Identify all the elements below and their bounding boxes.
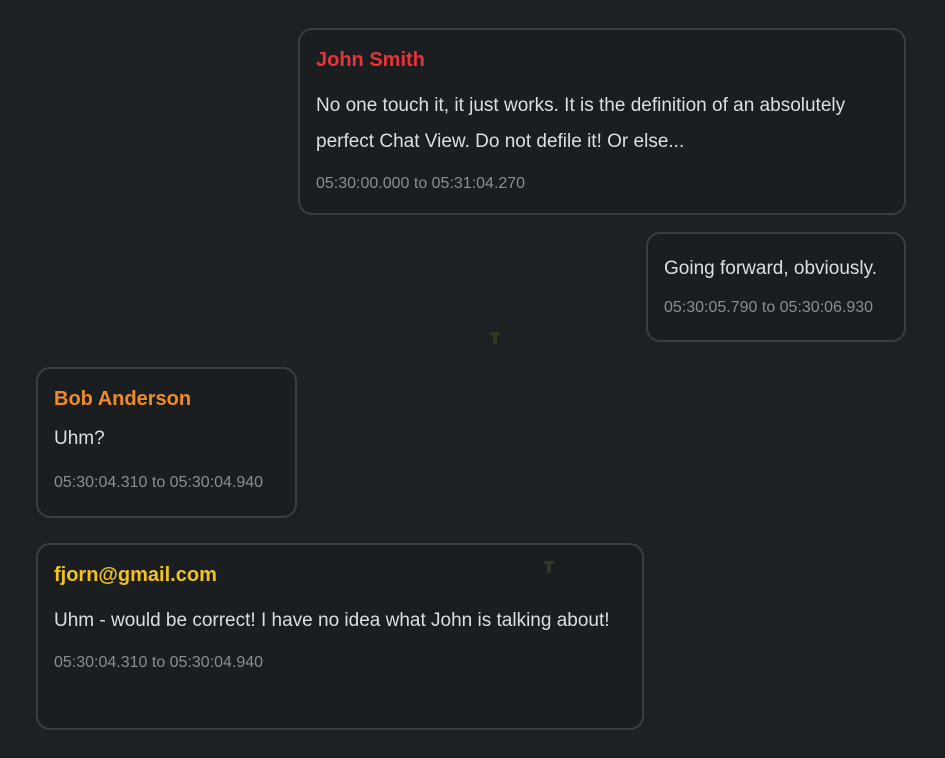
message-timestamp: 05:30:00.000 to 05:31:04.270 <box>316 175 526 192</box>
message-sender: fjorn@gmail.com <box>54 564 217 586</box>
message-sender: Bob Anderson <box>54 388 192 410</box>
chat-message[interactable]: Bob Anderson Uhm? 05:30:04.310 to 05:30:… <box>36 367 297 518</box>
message-timestamp: 05:30:05.790 to 05:30:06.930 <box>664 299 874 316</box>
marker-icon <box>544 561 554 573</box>
message-timestamp: 05:30:04.310 to 05:30:04.940 <box>54 654 264 671</box>
chat-view: John Smith No one touch it, it just work… <box>0 0 945 758</box>
chat-message[interactable]: Going forward, obviously. 05:30:05.790 t… <box>646 232 906 342</box>
message-timestamp: 05:30:04.310 to 05:30:04.940 <box>54 474 264 491</box>
message-text: Uhm? <box>54 428 105 449</box>
chat-message[interactable]: John Smith No one touch it, it just work… <box>298 28 906 215</box>
message-text: Going forward, obviously. <box>664 258 877 279</box>
message-text: No one touch it, it just works. It is th… <box>316 95 846 152</box>
message-sender: John Smith <box>316 49 425 71</box>
marker-icon <box>490 332 500 344</box>
chat-message[interactable]: fjorn@gmail.com Uhm - would be correct! … <box>36 543 644 730</box>
message-text: Uhm - would be correct! I have no idea w… <box>54 610 610 631</box>
